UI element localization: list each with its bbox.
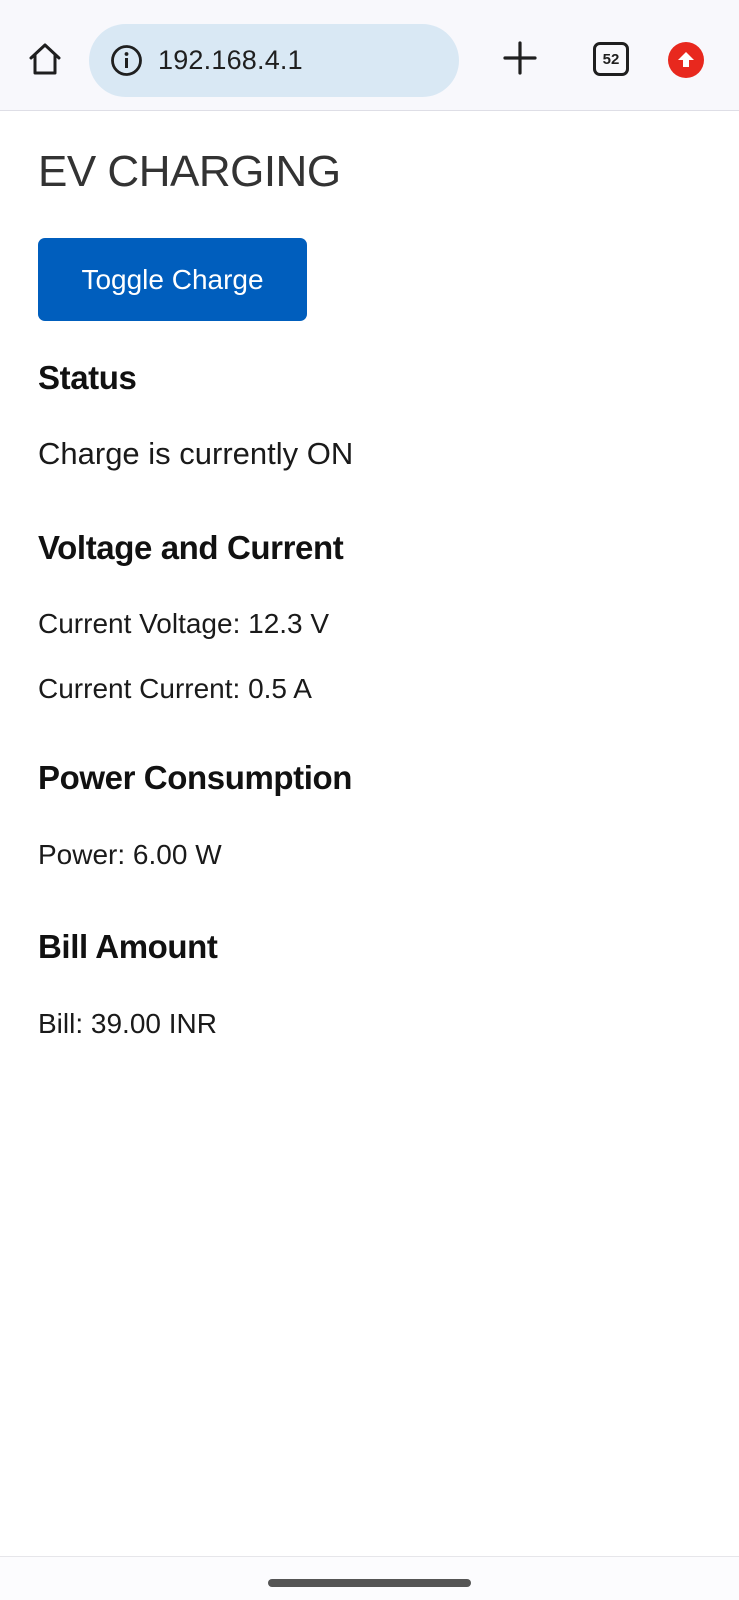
gesture-handle[interactable] (268, 1579, 471, 1587)
address-bar[interactable]: 192.168.4.1 (89, 24, 459, 97)
home-icon (29, 43, 61, 75)
browser-toolbar: 192.168.4.1 52 (0, 0, 739, 111)
system-navigation-bar (0, 1556, 739, 1600)
info-icon[interactable] (109, 43, 144, 78)
page-title: EV CHARGING (38, 147, 341, 196)
voltage-current-heading: Voltage and Current (38, 529, 344, 566)
page: 192.168.4.1 52 EV CHARGING Toggle Charge… (0, 0, 739, 1600)
tab-switcher-button[interactable]: 52 (593, 42, 629, 76)
url-text[interactable]: 192.168.4.1 (158, 45, 303, 76)
voltage-reading: Current Voltage: 12.3 V (38, 608, 330, 639)
tab-count: 52 (602, 50, 620, 68)
new-tab-button[interactable] (498, 36, 542, 80)
status-heading: Status (38, 359, 137, 396)
power-reading: Power: 6.00 W (38, 839, 222, 870)
power-heading: Power Consumption (38, 759, 353, 796)
plus-icon (503, 41, 537, 75)
update-arrow-icon (678, 52, 694, 67)
bill-heading: Bill Amount (38, 928, 218, 965)
status-text: Charge is currently ON (38, 436, 354, 471)
bill-reading: Bill: 39.00 INR (38, 1008, 217, 1039)
current-reading: Current Current: 0.5 A (38, 673, 312, 704)
toggle-charge-button[interactable]: Toggle Charge (38, 238, 307, 321)
update-button[interactable] (668, 42, 704, 78)
home-button[interactable] (24, 38, 66, 80)
